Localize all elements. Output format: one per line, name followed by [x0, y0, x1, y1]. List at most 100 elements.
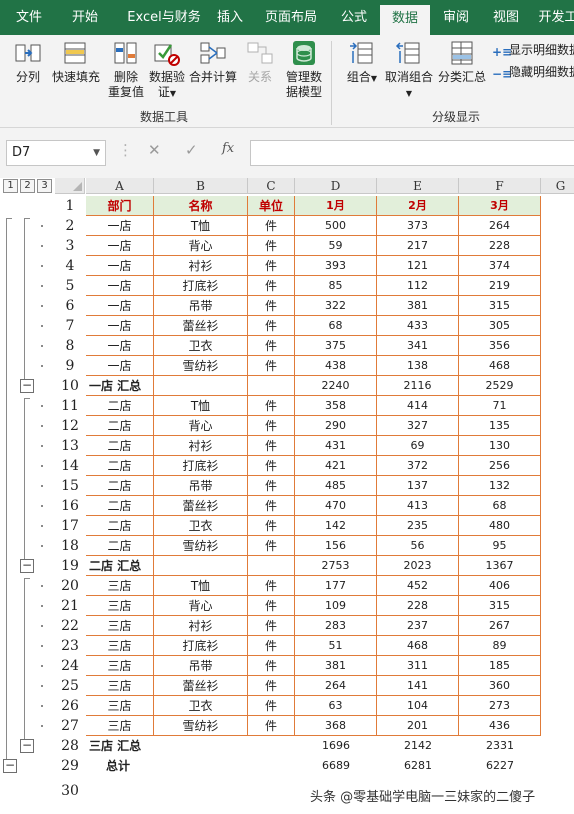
- cell-a3[interactable]: 一店: [86, 236, 154, 256]
- cell-e26[interactable]: 104: [377, 696, 459, 716]
- row-header-1[interactable]: 1: [55, 196, 85, 216]
- cell-f24[interactable]: 185: [459, 656, 541, 676]
- cell-d29[interactable]: 6689: [295, 756, 377, 776]
- cell-c24[interactable]: 件: [248, 656, 295, 676]
- cell-a10[interactable]: 一店 汇总: [86, 376, 154, 396]
- cell-e9[interactable]: 138: [377, 356, 459, 376]
- cell-c22[interactable]: 件: [248, 616, 295, 636]
- cell-a11[interactable]: 二店: [86, 396, 154, 416]
- cell-f20[interactable]: 406: [459, 576, 541, 596]
- cell-f3[interactable]: 228: [459, 236, 541, 256]
- row-header-9[interactable]: 9: [55, 356, 85, 376]
- cell-f17[interactable]: 480: [459, 516, 541, 536]
- cell-e5[interactable]: 112: [377, 276, 459, 296]
- cell-d9[interactable]: 438: [295, 356, 377, 376]
- cell-b23[interactable]: 打底衫: [154, 636, 248, 656]
- cell-c27[interactable]: 件: [248, 716, 295, 736]
- tab-data[interactable]: 数据: [380, 5, 430, 35]
- cell-e7[interactable]: 433: [377, 316, 459, 336]
- cell-a27[interactable]: 三店: [86, 716, 154, 736]
- cell-c25[interactable]: 件: [248, 676, 295, 696]
- cell-f4[interactable]: 374: [459, 256, 541, 276]
- cell-c1[interactable]: 单位: [248, 196, 295, 216]
- cell-c4[interactable]: 件: [248, 256, 295, 276]
- cell-d18[interactable]: 156: [295, 536, 377, 556]
- cell-d22[interactable]: 283: [295, 616, 377, 636]
- cell-c20[interactable]: 件: [248, 576, 295, 596]
- cell-b8[interactable]: 卫衣: [154, 336, 248, 356]
- cell-c8[interactable]: 件: [248, 336, 295, 356]
- cell-b29[interactable]: [154, 756, 248, 776]
- cell-b20[interactable]: T恤: [154, 576, 248, 596]
- row-header-13[interactable]: 13: [55, 436, 85, 456]
- cell-d5[interactable]: 85: [295, 276, 377, 296]
- cell-c29[interactable]: [248, 756, 295, 776]
- cell-d3[interactable]: 59: [295, 236, 377, 256]
- row-header-23[interactable]: 23: [55, 636, 85, 656]
- cell-a7[interactable]: 一店: [86, 316, 154, 336]
- cell-d11[interactable]: 358: [295, 396, 377, 416]
- cell-e19[interactable]: 2023: [377, 556, 459, 576]
- cell-d24[interactable]: 381: [295, 656, 377, 676]
- cell-d28[interactable]: 1696: [295, 736, 377, 756]
- cell-d13[interactable]: 431: [295, 436, 377, 456]
- cell-a23[interactable]: 三店: [86, 636, 154, 656]
- cell-a16[interactable]: 二店: [86, 496, 154, 516]
- cell-b9[interactable]: 雪纺衫: [154, 356, 248, 376]
- column-header-f[interactable]: F: [459, 178, 541, 194]
- cell-b6[interactable]: 吊带: [154, 296, 248, 316]
- cell-a2[interactable]: 一店: [86, 216, 154, 236]
- cell-c23[interactable]: 件: [248, 636, 295, 656]
- cell-c19[interactable]: [248, 556, 295, 576]
- cell-b3[interactable]: 背心: [154, 236, 248, 256]
- row-header-5[interactable]: 5: [55, 276, 85, 296]
- cell-e11[interactable]: 414: [377, 396, 459, 416]
- row-header-6[interactable]: 6: [55, 296, 85, 316]
- outline-level-2-button[interactable]: 2: [20, 179, 35, 193]
- cell-a21[interactable]: 三店: [86, 596, 154, 616]
- cell-a19[interactable]: 二店 汇总: [86, 556, 154, 576]
- group-button[interactable]: 组合▼: [344, 39, 380, 86]
- cell-e10[interactable]: 2116: [377, 376, 459, 396]
- row-header-25[interactable]: 25: [55, 676, 85, 696]
- cell-e6[interactable]: 381: [377, 296, 459, 316]
- row-header-29[interactable]: 29: [55, 756, 85, 776]
- cell-c26[interactable]: 件: [248, 696, 295, 716]
- collapse-group-2-icon[interactable]: −: [20, 559, 34, 573]
- row-header-28[interactable]: 28: [55, 736, 85, 756]
- cell-d25[interactable]: 264: [295, 676, 377, 696]
- cell-e27[interactable]: 201: [377, 716, 459, 736]
- row-header-10[interactable]: 10: [55, 376, 85, 396]
- cell-d23[interactable]: 51: [295, 636, 377, 656]
- cell-a26[interactable]: 三店: [86, 696, 154, 716]
- cell-c28[interactable]: [248, 736, 295, 756]
- cell-d7[interactable]: 68: [295, 316, 377, 336]
- row-header-27[interactable]: 27: [55, 716, 85, 736]
- cell-f15[interactable]: 132: [459, 476, 541, 496]
- row-header-4[interactable]: 4: [55, 256, 85, 276]
- cell-a15[interactable]: 二店: [86, 476, 154, 496]
- column-header-g[interactable]: G: [541, 178, 574, 194]
- ungroup-button[interactable]: 取消组合▼: [383, 39, 435, 101]
- cell-d26[interactable]: 63: [295, 696, 377, 716]
- cell-f16[interactable]: 68: [459, 496, 541, 516]
- cell-b19[interactable]: [154, 556, 248, 576]
- cell-d15[interactable]: 485: [295, 476, 377, 496]
- cell-e23[interactable]: 468: [377, 636, 459, 656]
- column-header-d[interactable]: D: [295, 178, 377, 194]
- cell-a9[interactable]: 一店: [86, 356, 154, 376]
- cell-c16[interactable]: 件: [248, 496, 295, 516]
- cell-f19[interactable]: 1367: [459, 556, 541, 576]
- cell-c9[interactable]: 件: [248, 356, 295, 376]
- cell-e2[interactable]: 373: [377, 216, 459, 236]
- row-header-16[interactable]: 16: [55, 496, 85, 516]
- cell-b15[interactable]: 吊带: [154, 476, 248, 496]
- cell-c11[interactable]: 件: [248, 396, 295, 416]
- row-header-20[interactable]: 20: [55, 576, 85, 596]
- cell-d8[interactable]: 375: [295, 336, 377, 356]
- cell-e3[interactable]: 217: [377, 236, 459, 256]
- cell-d20[interactable]: 177: [295, 576, 377, 596]
- row-header-12[interactable]: 12: [55, 416, 85, 436]
- cell-b1[interactable]: 名称: [154, 196, 248, 216]
- select-all-corner[interactable]: [55, 178, 85, 194]
